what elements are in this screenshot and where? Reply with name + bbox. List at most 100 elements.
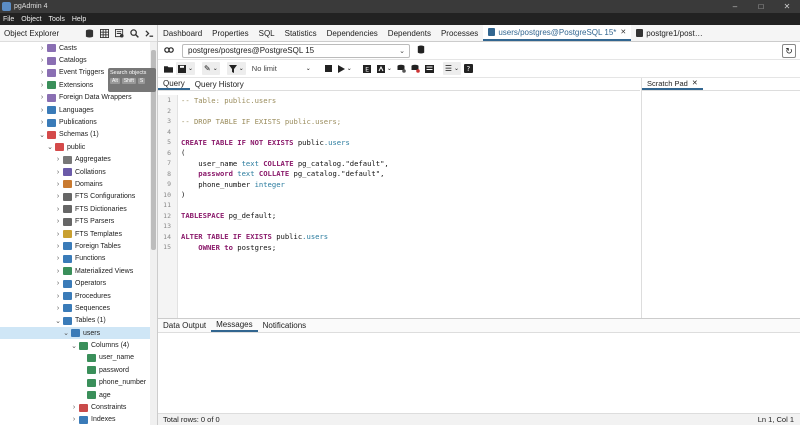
maximize-button[interactable]: □	[748, 2, 774, 11]
chevron-right-icon[interactable]: ›	[38, 45, 46, 52]
chevron-right-icon[interactable]: ›	[54, 280, 62, 287]
chevron-right-icon[interactable]: ›	[54, 193, 62, 200]
chevron-right-icon[interactable]: ›	[70, 404, 78, 411]
tree-item[interactable]: › Aggregates	[0, 154, 150, 166]
tab-statistics[interactable]: Statistics	[280, 25, 322, 41]
chevron-right-icon[interactable]: ›	[54, 243, 62, 250]
connection-select[interactable]: postgres/postgres@PostgreSQL 15 ⌄	[182, 43, 410, 58]
tree-item[interactable]: › Indexes	[0, 414, 150, 425]
tree-item[interactable]: password	[0, 364, 150, 376]
sql-editor[interactable]: 1 2 3 4 5 6 7 8 9 10 11 12 13 14 15 -- Table: public.u…	[158, 91, 640, 318]
filter-button[interactable]: ⌄	[226, 62, 246, 75]
database-icon[interactable]	[82, 26, 97, 40]
macros-icon[interactable]	[423, 62, 436, 75]
tree-item[interactable]: phone_number	[0, 377, 150, 389]
tree-item[interactable]: age	[0, 389, 150, 401]
tree-item[interactable]: › Functions	[0, 253, 150, 265]
edit-button[interactable]: ✎ ⌄	[202, 62, 220, 75]
code-line[interactable]: )	[178, 190, 389, 201]
tab-scratch-pad[interactable]: Scratch Pad ✕	[642, 78, 703, 90]
tab-properties[interactable]: Properties	[207, 25, 253, 41]
help-icon[interactable]: ?	[462, 62, 475, 75]
chevron-right-icon[interactable]: ›	[38, 69, 46, 76]
menu-tools[interactable]: Tools	[46, 16, 69, 23]
chevron-down-icon[interactable]: ⌄	[54, 317, 62, 325]
tab-sql[interactable]: SQL	[254, 25, 280, 41]
refresh-button[interactable]: ↻	[782, 44, 796, 58]
tree-item[interactable]: ⌄ users	[0, 326, 150, 340]
code-line[interactable]: password text COLLATE pg_catalog."defaul…	[178, 169, 389, 180]
execute-button[interactable]: ⌄	[336, 62, 354, 75]
tab-dependents[interactable]: Dependents	[383, 25, 436, 41]
tree-item[interactable]: user_name	[0, 352, 150, 364]
scratch-pad-textarea[interactable]	[641, 91, 800, 318]
tree-item[interactable]: › Foreign Tables	[0, 240, 150, 252]
rollback-icon[interactable]	[409, 62, 422, 75]
chevron-down-icon[interactable]: ⌄	[38, 131, 46, 139]
tree-item[interactable]: › Publications	[0, 116, 150, 128]
tree-item[interactable]: › FTS Configurations	[0, 191, 150, 203]
tree-item[interactable]: ⌄ public	[0, 141, 150, 153]
close-window-button[interactable]: ✕	[774, 2, 800, 11]
tab-processes[interactable]: Processes	[436, 25, 483, 41]
chevron-right-icon[interactable]: ›	[54, 218, 62, 225]
tree-item[interactable]: › Catalogs	[0, 54, 150, 66]
tab-dependencies[interactable]: Dependencies	[322, 25, 383, 41]
chevron-right-icon[interactable]: ›	[54, 206, 62, 213]
object-explorer-scrollbar[interactable]	[150, 42, 157, 425]
chevron-right-icon[interactable]: ›	[70, 416, 78, 423]
code-line[interactable]: OWNER to postgres;	[178, 242, 389, 253]
tree-item[interactable]: › Constraints	[0, 401, 150, 413]
chevron-right-icon[interactable]: ›	[54, 156, 62, 163]
code-line[interactable]: -- DROP TABLE IF EXISTS public.users;	[178, 116, 389, 127]
tree-item[interactable]: › FTS Templates	[0, 228, 150, 240]
chevron-right-icon[interactable]: ›	[54, 181, 62, 188]
commit-icon[interactable]	[395, 62, 408, 75]
menu-file[interactable]: File	[0, 16, 18, 23]
code-line[interactable]	[178, 127, 389, 138]
view-data-icon[interactable]	[112, 26, 127, 40]
minimize-button[interactable]: –	[722, 2, 748, 11]
tree-item[interactable]: › Materialized Views	[0, 265, 150, 277]
tab-postgre1-post[interactable]: postgre1/post…	[631, 25, 707, 41]
close-icon[interactable]: ✕	[692, 79, 698, 87]
tree-item[interactable]: › Domains	[0, 178, 150, 190]
chevron-right-icon[interactable]: ›	[54, 231, 62, 238]
chevron-right-icon[interactable]: ›	[38, 94, 46, 101]
psql-terminal-icon[interactable]	[142, 26, 157, 40]
chevron-right-icon[interactable]: ›	[38, 107, 46, 114]
format-list-button[interactable]: ☰ ⌄	[442, 62, 462, 75]
chevron-right-icon[interactable]: ›	[38, 57, 46, 64]
tree-item[interactable]: › Foreign Data Wrappers	[0, 92, 150, 104]
code-line[interactable]	[178, 106, 389, 117]
tab-messages[interactable]: Messages	[211, 319, 258, 332]
save-button[interactable]: ⌄	[176, 62, 196, 75]
chevron-right-icon[interactable]: ›	[54, 305, 62, 312]
table-grid-icon[interactable]	[97, 26, 112, 40]
chevron-down-icon[interactable]: ⌄	[302, 62, 315, 75]
tab-notifications[interactable]: Notifications	[258, 319, 312, 332]
tab-users-postgres-postgresql-15[interactable]: users/postgres@PostgreSQL 15* ✕	[483, 25, 632, 41]
chevron-right-icon[interactable]: ›	[54, 255, 62, 262]
tree-item[interactable]: › Operators	[0, 277, 150, 289]
connection-status-icon[interactable]	[162, 45, 176, 57]
close-icon[interactable]: ✕	[620, 28, 626, 36]
menu-object[interactable]: Object	[18, 16, 45, 23]
code-area[interactable]: -- Table: public.users -- DROP TABLE IF E…	[178, 95, 389, 253]
tab-query-history[interactable]: Query History	[190, 78, 249, 90]
code-line[interactable]: phone_number integer	[178, 179, 389, 190]
tree-item[interactable]: › FTS Parsers	[0, 215, 150, 227]
tree-item[interactable]: › Sequences	[0, 302, 150, 314]
tab-dashboard[interactable]: Dashboard	[158, 25, 207, 41]
chevron-right-icon[interactable]: ›	[38, 82, 46, 89]
code-line[interactable]: user_name text COLLATE pg_catalog."defau…	[178, 158, 388, 169]
code-line[interactable]: CREATE TABLE IF NOT EXISTS public .users	[178, 137, 389, 148]
tree-item[interactable]: › FTS Dictionaries	[0, 203, 150, 215]
tree-item[interactable]: › Collations	[0, 166, 150, 178]
stop-icon[interactable]	[322, 62, 335, 75]
chevron-right-icon[interactable]: ›	[54, 293, 62, 300]
chevron-down-icon[interactable]: ⌄	[70, 342, 78, 350]
tree-item[interactable]: › Casts	[0, 42, 150, 54]
tab-query[interactable]: Query	[158, 78, 190, 90]
search-icon[interactable]	[127, 26, 142, 40]
